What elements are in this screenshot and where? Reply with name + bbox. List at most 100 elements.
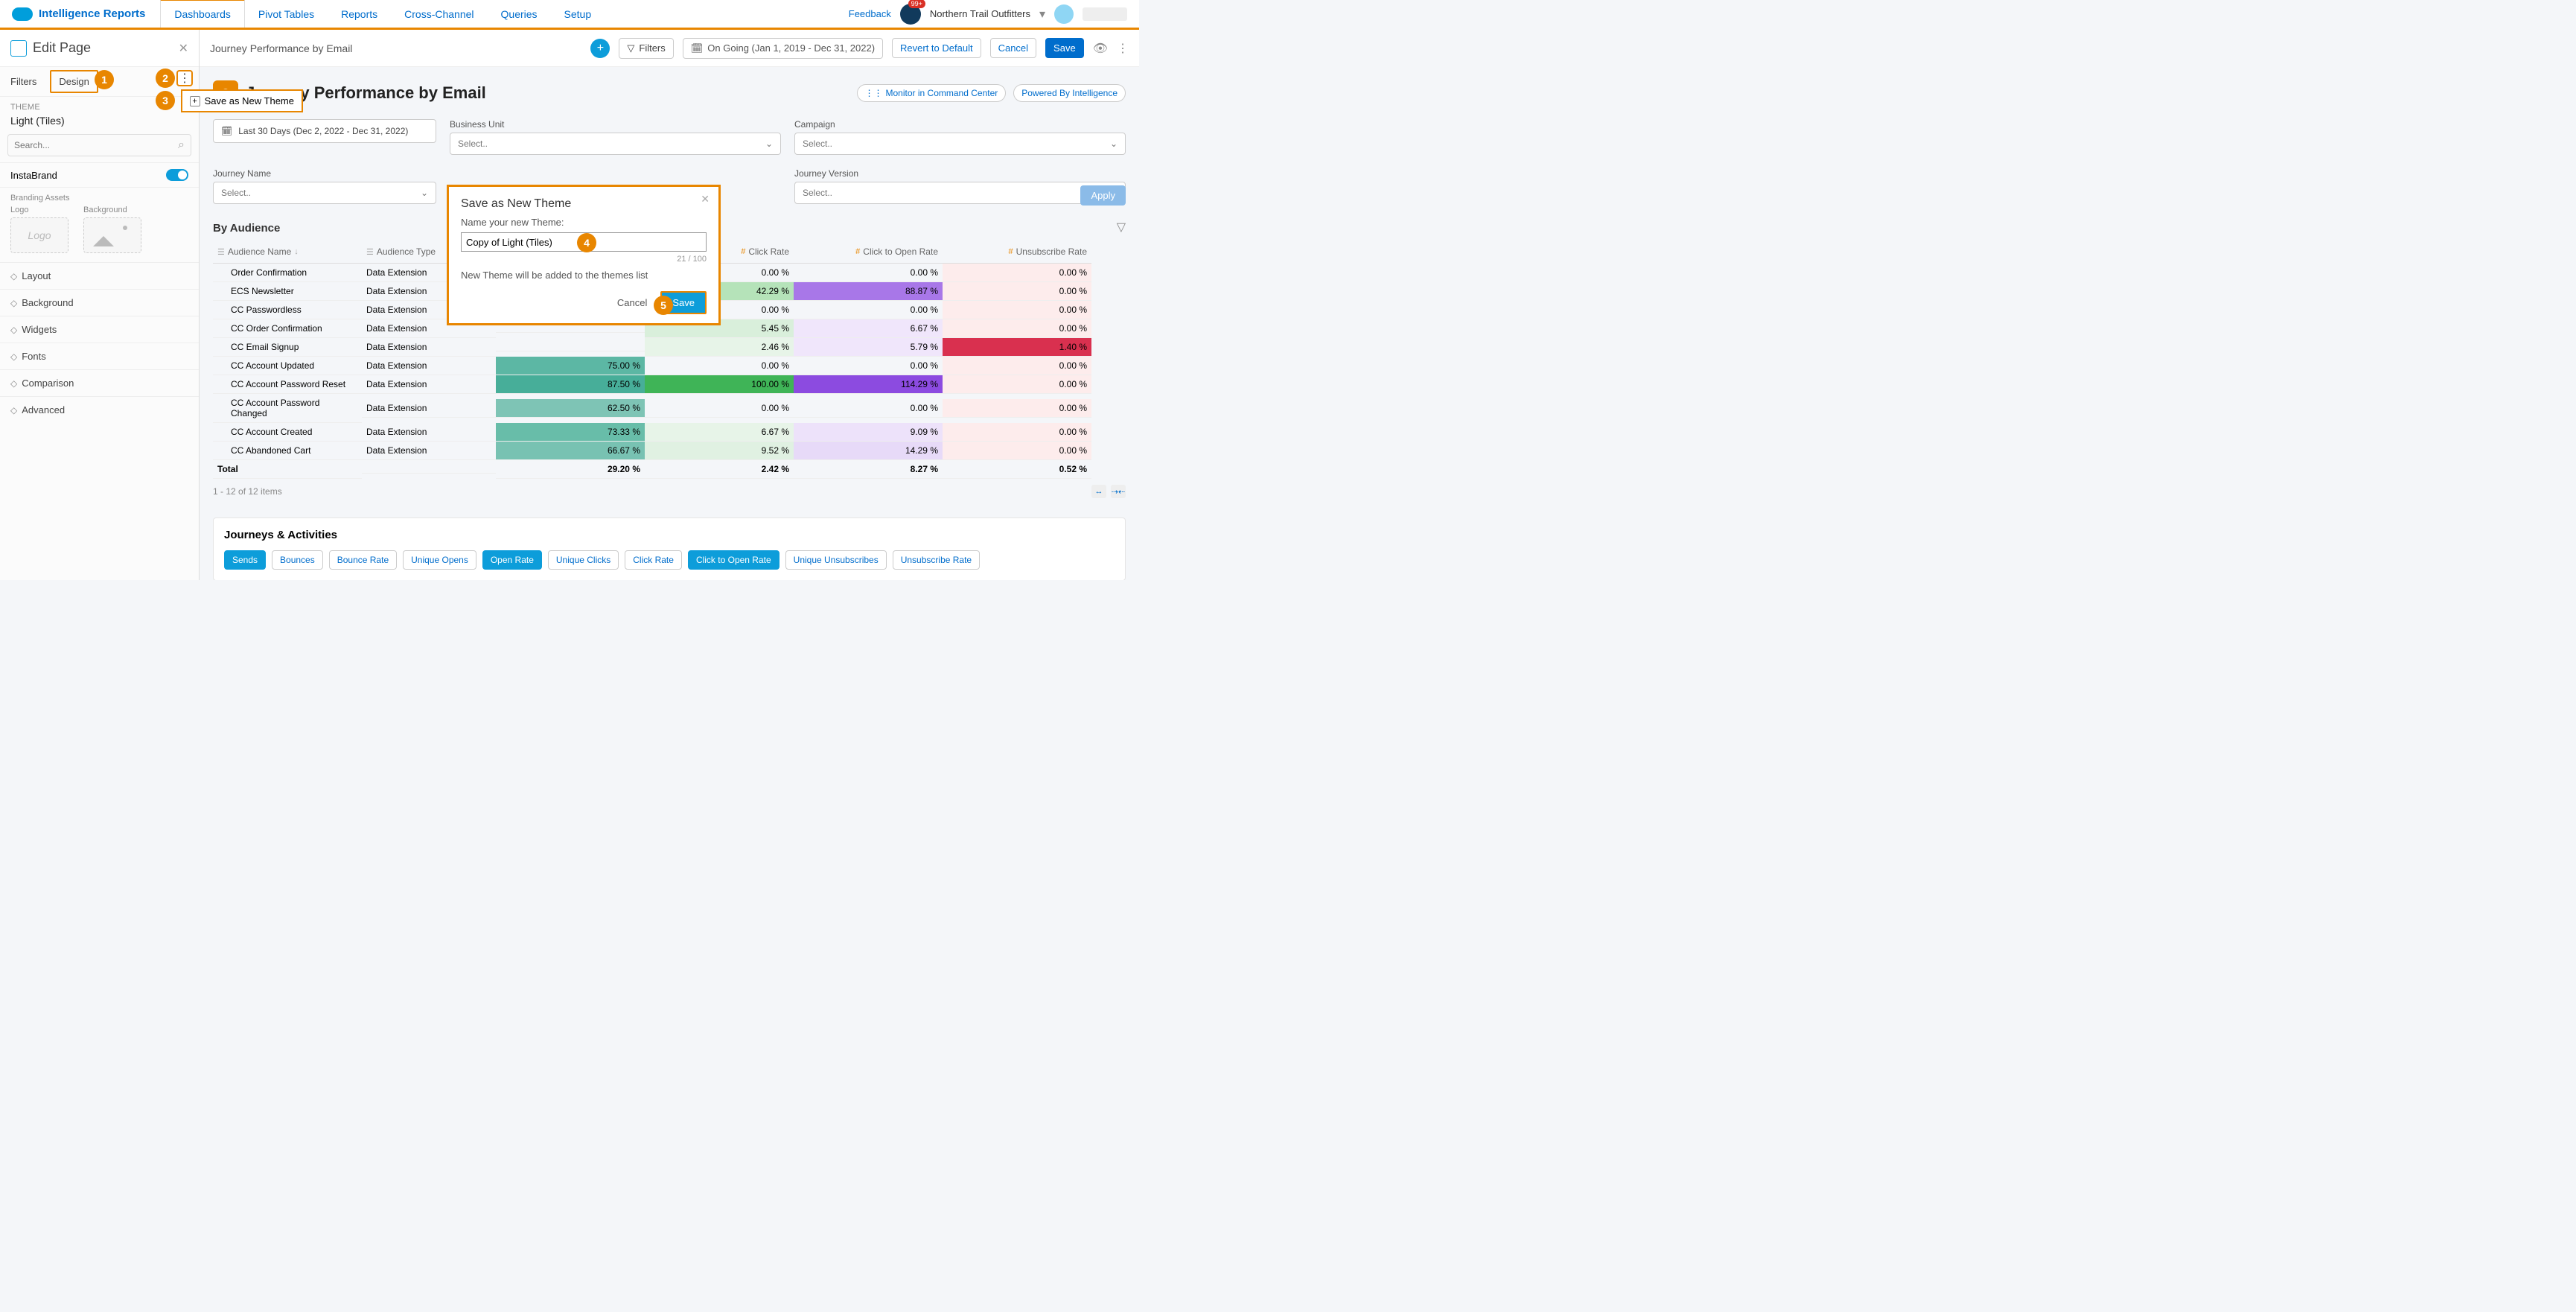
edit-page-icon — [10, 40, 27, 57]
date-last30[interactable]: 🗓 Last 30 Days (Dec 2, 2022 - Dec 31, 20… — [213, 119, 436, 143]
journeys-card: Journeys & Activities Sends Bounces Bounce… — [213, 518, 1126, 580]
eye-icon[interactable]: 👁 — [1093, 41, 1108, 56]
modal-title: Save as New Theme — [461, 197, 707, 211]
table-row: CC Email SignupData Extension2.46 %5.79 … — [213, 338, 1126, 357]
modal-label: Name your new Theme: — [461, 217, 707, 228]
tab-dashboards[interactable]: Dashboards — [160, 0, 245, 28]
theme-search-input[interactable] — [14, 140, 178, 150]
logo-label: Logo — [10, 206, 68, 214]
callout-1: 1 — [95, 70, 114, 89]
pagination-expand[interactable]: ↔ — [1091, 485, 1106, 498]
apply-button[interactable]: Apply — [1080, 185, 1126, 206]
journeys-title: Journeys & Activities — [224, 529, 1115, 541]
accordion-fonts[interactable]: ◇Fonts — [0, 343, 199, 369]
accordion-widgets[interactable]: ◇Widgets — [0, 316, 199, 343]
feedback-link[interactable]: Feedback — [849, 8, 891, 19]
tab-pivot-tables[interactable]: Pivot Tables — [245, 1, 328, 28]
instabrand-toggle[interactable] — [166, 169, 188, 181]
expand-icon: ◇ — [10, 298, 17, 308]
table-row: CC Account Password ResetData Extension8… — [213, 375, 1126, 394]
theme-search[interactable]: ⌕ — [7, 134, 191, 156]
avatar[interactable] — [1054, 4, 1074, 24]
monitor-button[interactable]: ⋮⋮Monitor in Command Center — [857, 84, 1007, 102]
notification-icon[interactable]: 99+ — [900, 4, 921, 25]
filter-jname-select[interactable]: Select..⌄ — [213, 182, 436, 204]
table-row: CC Abandoned CartData Extension66.67 %9.… — [213, 442, 1126, 460]
section-title: By Audience — [213, 222, 280, 235]
modal-note: New Theme will be added to the themes li… — [461, 270, 707, 281]
table-filter-icon[interactable]: ▽ — [1117, 220, 1126, 235]
table-row: CC Account UpdatedData Extension75.00 %0… — [213, 357, 1126, 375]
app-title: Intelligence Reports — [39, 7, 145, 20]
date-range-pill[interactable]: 🗓 On Going (Jan 1, 2019 - Dec 31, 2022) — [683, 38, 883, 59]
journey-pill-unique-opens[interactable]: Unique Opens — [403, 550, 476, 570]
filter-bu-label: Business Unit — [450, 119, 781, 130]
expand-icon: ◇ — [10, 351, 17, 362]
journey-pill-unique-unsubscribes[interactable]: Unique Unsubscribes — [785, 550, 887, 570]
bg-upload[interactable] — [83, 217, 141, 253]
accordion-layout[interactable]: ◇Layout — [0, 262, 199, 289]
tab-queries[interactable]: Queries — [488, 1, 551, 28]
tab-setup[interactable]: Setup — [551, 1, 605, 28]
filter-jname-label: Journey Name — [213, 168, 436, 179]
callout-2: 2 — [156, 69, 175, 88]
table-row: CC Account Password ChangedData Extensio… — [213, 394, 1126, 423]
journey-pill-bounce-rate[interactable]: Bounce Rate — [329, 550, 397, 570]
accordion-comparison[interactable]: ◇Comparison — [0, 369, 199, 396]
save-theme-modal: ✕ Save as New Theme Name your new Theme:… — [447, 185, 721, 325]
add-button[interactable]: + — [590, 39, 610, 58]
left-panel: Edit Page ✕ Filters Design 1 2 ⋮ + Save … — [0, 30, 200, 580]
lp-tab-filters[interactable]: Filters — [10, 71, 36, 92]
plus-icon: + — [190, 96, 200, 106]
journey-pill-click-rate[interactable]: Click Rate — [625, 550, 682, 570]
journey-pill-sends[interactable]: Sends — [224, 550, 266, 570]
branding-assets-label: Branding Assets — [0, 188, 199, 206]
close-icon[interactable]: ✕ — [179, 41, 188, 56]
more-icon[interactable]: ⋮ — [1117, 41, 1129, 56]
powered-button[interactable]: Powered By Intelligence — [1013, 84, 1126, 102]
filter-jver-select[interactable]: Select..⌄ — [794, 182, 1126, 204]
toolbar-title: Journey Performance by Email — [210, 42, 352, 54]
filter-campaign-select[interactable]: Select..⌄ — [794, 133, 1126, 155]
expand-icon: ◇ — [10, 405, 17, 415]
modal-close-icon[interactable]: ✕ — [701, 193, 710, 206]
filters-button[interactable]: ▽ Filters — [619, 38, 673, 59]
journey-pill-click-to-open-rate[interactable]: Click to Open Rate — [688, 550, 780, 570]
page-toolbar: Journey Performance by Email + ▽ Filters… — [200, 30, 1139, 67]
callout-5: 5 — [654, 296, 673, 315]
accordion-background[interactable]: ◇Background — [0, 289, 199, 316]
lp-tab-design[interactable]: Design — [50, 70, 98, 93]
bg-label: Background — [83, 206, 141, 214]
modal-cancel-button[interactable]: Cancel — [610, 293, 654, 313]
calendar-icon: 🗓 — [691, 42, 704, 54]
expand-icon: ◇ — [10, 378, 17, 389]
edit-page-title: Edit Page — [33, 40, 91, 56]
tab-reports[interactable]: Reports — [328, 1, 391, 28]
chevron-down-icon: ▾ — [1039, 7, 1045, 22]
expand-icon: ◇ — [10, 271, 17, 281]
accordion-advanced[interactable]: ◇Advanced — [0, 396, 199, 423]
instabrand-label: InstaBrand — [10, 170, 57, 181]
pagination-label: 1 - 12 of 12 items — [213, 486, 282, 497]
cloud-icon — [12, 7, 33, 21]
org-name[interactable]: Northern Trail Outfitters — [930, 8, 1030, 19]
kebab-flyout[interactable]: + Save as New Theme — [181, 89, 303, 112]
journey-pill-unique-clicks[interactable]: Unique Clicks — [548, 550, 619, 570]
callout-3: 3 — [156, 91, 175, 110]
expand-icon: ◇ — [10, 325, 17, 335]
redacted-block — [1083, 7, 1127, 21]
save-button[interactable]: Save — [1045, 38, 1084, 58]
journey-pill-bounces[interactable]: Bounces — [272, 550, 323, 570]
callout-4: 4 — [577, 233, 596, 252]
tab-cross-channel[interactable]: Cross-Channel — [391, 1, 487, 28]
pagination-collapse[interactable]: ⇢⇠ — [1111, 485, 1126, 498]
journey-pill-unsubscribe-rate[interactable]: Unsubscribe Rate — [893, 550, 980, 570]
journey-pill-open-rate[interactable]: Open Rate — [482, 550, 542, 570]
cancel-button[interactable]: Cancel — [990, 38, 1036, 58]
top-nav: Intelligence Reports Dashboards Pivot Ta… — [0, 0, 1139, 30]
kebab-menu-button[interactable]: ⋮ — [176, 70, 193, 86]
search-icon: ⌕ — [178, 138, 185, 152]
filter-bu-select[interactable]: Select..⌄ — [450, 133, 781, 155]
logo-upload[interactable]: Logo — [10, 217, 68, 253]
revert-button[interactable]: Revert to Default — [892, 38, 981, 58]
